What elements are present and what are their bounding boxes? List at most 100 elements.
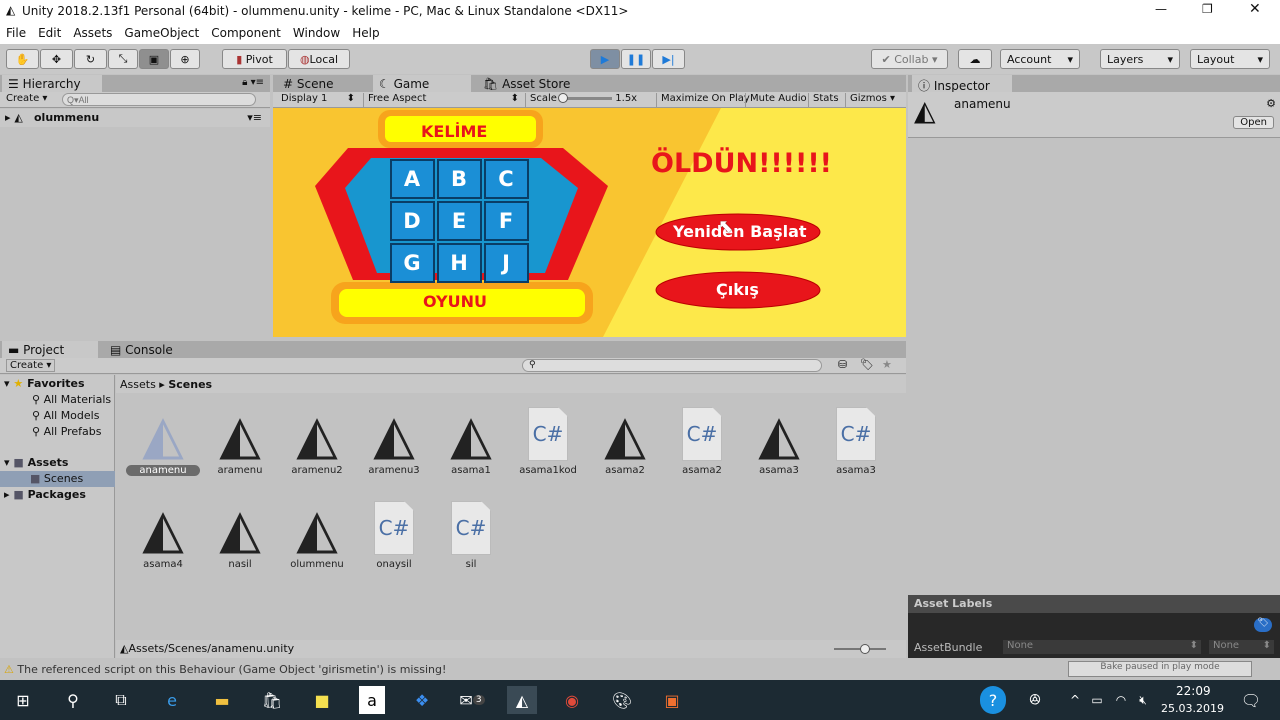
maximize-button[interactable]: ❐	[1202, 2, 1213, 16]
breadcrumb-assets[interactable]: Assets	[120, 378, 156, 391]
game-view[interactable]: A B C D E F G H J KELİME OYUNU ÖLDÜN!!!!!! Yenid…	[273, 108, 906, 337]
clock-date[interactable]: 25.03.2019	[1161, 702, 1224, 715]
asset-item[interactable]: C# asama3	[817, 403, 895, 476]
clock-time[interactable]: 22:09	[1176, 684, 1211, 698]
edge-icon[interactable]: e	[157, 686, 187, 714]
filter-label-icon[interactable]: 🏷︎	[860, 358, 874, 371]
lock-icon[interactable]: 🔒︎ ▾≡	[242, 77, 264, 88]
menu-edit[interactable]: Edit	[38, 26, 61, 40]
windows-start-icon[interactable]: ⊞	[8, 686, 38, 714]
asset-item[interactable]: ◭ asama4	[124, 497, 202, 571]
tab-project[interactable]: ▬ Project	[2, 341, 98, 358]
rect-tool-icon[interactable]: ▣	[139, 49, 169, 69]
play-button[interactable]: ▶	[590, 49, 620, 69]
unity-taskbar-icon[interactable]: ◭	[507, 686, 537, 714]
tab-console[interactable]: ▤ Console	[104, 341, 179, 358]
pause-button[interactable]: ❚❚	[621, 49, 651, 69]
aspect-dropdown[interactable]: Free Aspect ⬍	[363, 93, 523, 107]
pivot-button[interactable]: ▮ Pivot	[222, 49, 287, 69]
task-view-icon[interactable]: ⧉	[106, 686, 136, 714]
tab-inspector[interactable]: ⓘ Inspector	[912, 75, 1012, 93]
asset-item[interactable]: ◭ asama3	[740, 403, 818, 477]
gizmos-dropdown[interactable]: Gizmos ▾	[845, 93, 899, 107]
tab-hierarchy[interactable]: ☰ Hierarchy	[2, 75, 102, 92]
menu-window[interactable]: Window	[293, 26, 340, 40]
asset-item[interactable]: ◭ asama1	[432, 403, 510, 477]
scenes-folder[interactable]: ■ Scenes	[0, 471, 115, 487]
hand-tool-icon[interactable]: ✋	[6, 49, 39, 69]
hierarchy-create-button[interactable]: Create ▾	[6, 93, 47, 104]
exit-button-label[interactable]: Çıkış	[716, 280, 759, 299]
step-button[interactable]: ▶|	[652, 49, 685, 69]
asset-item[interactable]: C# sil	[432, 497, 510, 570]
project-create-button[interactable]: Create ▾	[6, 359, 56, 372]
menu-assets[interactable]: Assets	[73, 26, 112, 40]
asset-item[interactable]: ◭ anamenu	[124, 403, 202, 476]
asset-item[interactable]: ◭ olummenu	[278, 497, 356, 571]
scale-slider[interactable]: Scale 1.5x	[525, 92, 655, 107]
assets-folder[interactable]: ▾ ■ Assets	[4, 456, 68, 469]
mail-icon[interactable]: ✉ 3	[457, 686, 487, 714]
maximize-on-play-toggle[interactable]: Maximize On Play	[656, 93, 754, 107]
tab-asset-store[interactable]: 🛍︎ Asset Store	[477, 75, 576, 92]
asset-item[interactable]: C# asama2	[663, 403, 741, 476]
local-button[interactable]: ◍ Local	[288, 49, 350, 69]
collab-button[interactable]: ✔ Collab ▾	[871, 49, 948, 69]
fav-all-models[interactable]: ⚲ All Models	[32, 409, 99, 422]
help-icon[interactable]: ?	[980, 686, 1006, 714]
scale-tool-icon[interactable]: ⤡	[108, 49, 138, 69]
search-icon[interactable]: ⚲	[58, 686, 88, 714]
menu-component[interactable]: Component	[211, 26, 281, 40]
people-icon[interactable]: ꔮ	[1020, 686, 1050, 714]
layout-dropdown[interactable]: Layout ▾	[1190, 49, 1270, 69]
volume-muted-icon[interactable]: 🔇︎	[1128, 686, 1158, 714]
paint-icon[interactable]: 🎨︎	[607, 686, 637, 714]
tag-icon[interactable]: 🏷︎	[1254, 618, 1272, 632]
breadcrumb-scenes[interactable]: Scenes	[168, 378, 212, 391]
stats-toggle[interactable]: Stats	[808, 93, 843, 107]
close-button[interactable]: ✕	[1249, 1, 1261, 17]
app-icon[interactable]: ▣	[657, 686, 687, 714]
asset-item[interactable]: ◭ aramenu2	[278, 403, 356, 477]
asset-item[interactable]: ◭ asama2	[586, 403, 664, 477]
menu-gameobject[interactable]: GameObject	[124, 26, 199, 40]
move-tool-icon[interactable]: ✥	[40, 49, 73, 69]
scene-row[interactable]: ▸ ◭ olummenu ▾≡	[0, 109, 270, 127]
asset-item[interactable]: ◭ aramenu3	[355, 403, 433, 477]
file-explorer-icon[interactable]: ▬	[207, 686, 237, 714]
restart-button-label[interactable]: Yeniden Başlat	[673, 222, 807, 241]
store-icon[interactable]: 🛍︎	[257, 686, 287, 714]
chrome-icon[interactable]: ◉	[557, 686, 587, 714]
open-button[interactable]: Open	[1233, 116, 1274, 129]
tab-scene[interactable]: # Scene	[277, 75, 339, 92]
asset-item[interactable]: C# onaysil	[355, 497, 433, 570]
fav-all-prefabs[interactable]: ⚲ All Prefabs	[32, 425, 102, 438]
icon-size-slider[interactable]	[834, 644, 886, 654]
menu-help[interactable]: Help	[352, 26, 379, 40]
asset-item[interactable]: ◭ aramenu	[201, 403, 279, 477]
rotate-tool-icon[interactable]: ↻	[74, 49, 107, 69]
assetbundle-dropdown[interactable]: None ⬍	[1003, 640, 1201, 654]
notifications-icon[interactable]: 🗨︎	[1236, 686, 1266, 714]
scene-menu-icon[interactable]: ▾≡	[247, 111, 262, 124]
dropbox-icon[interactable]: ❖	[407, 686, 437, 714]
hierarchy-search-input[interactable]	[62, 93, 256, 106]
filter-type-icon[interactable]: ⛁	[838, 358, 847, 371]
favorite-star-icon[interactable]: ★	[882, 358, 892, 371]
fav-all-materials[interactable]: ⚲ All Materials	[32, 393, 111, 406]
menu-file[interactable]: File	[6, 26, 26, 40]
inspector-settings-icon[interactable]: ⚙	[1266, 97, 1276, 110]
project-search-input[interactable]: ⚲	[522, 359, 822, 372]
favorites-folder[interactable]: ▾ ★ Favorites	[4, 377, 85, 390]
packages-folder[interactable]: ▸ ■ Packages	[4, 488, 86, 501]
tab-game[interactable]: ☾ Game	[373, 75, 471, 92]
variant-dropdown[interactable]: None ⬍	[1209, 640, 1274, 654]
layers-dropdown[interactable]: Layers ▾	[1100, 49, 1180, 69]
account-dropdown[interactable]: Account ▾	[1000, 49, 1080, 69]
mute-audio-toggle[interactable]: Mute Audio	[745, 93, 811, 107]
cloud-icon[interactable]: ☁	[958, 49, 992, 69]
status-bar[interactable]: ⚠ The referenced script on this Behaviou…	[0, 661, 1060, 679]
sticky-notes-icon[interactable]: ■	[307, 686, 337, 714]
asset-item[interactable]: ◭ nasil	[201, 497, 279, 571]
asset-item[interactable]: C# asama1kod	[509, 403, 587, 476]
